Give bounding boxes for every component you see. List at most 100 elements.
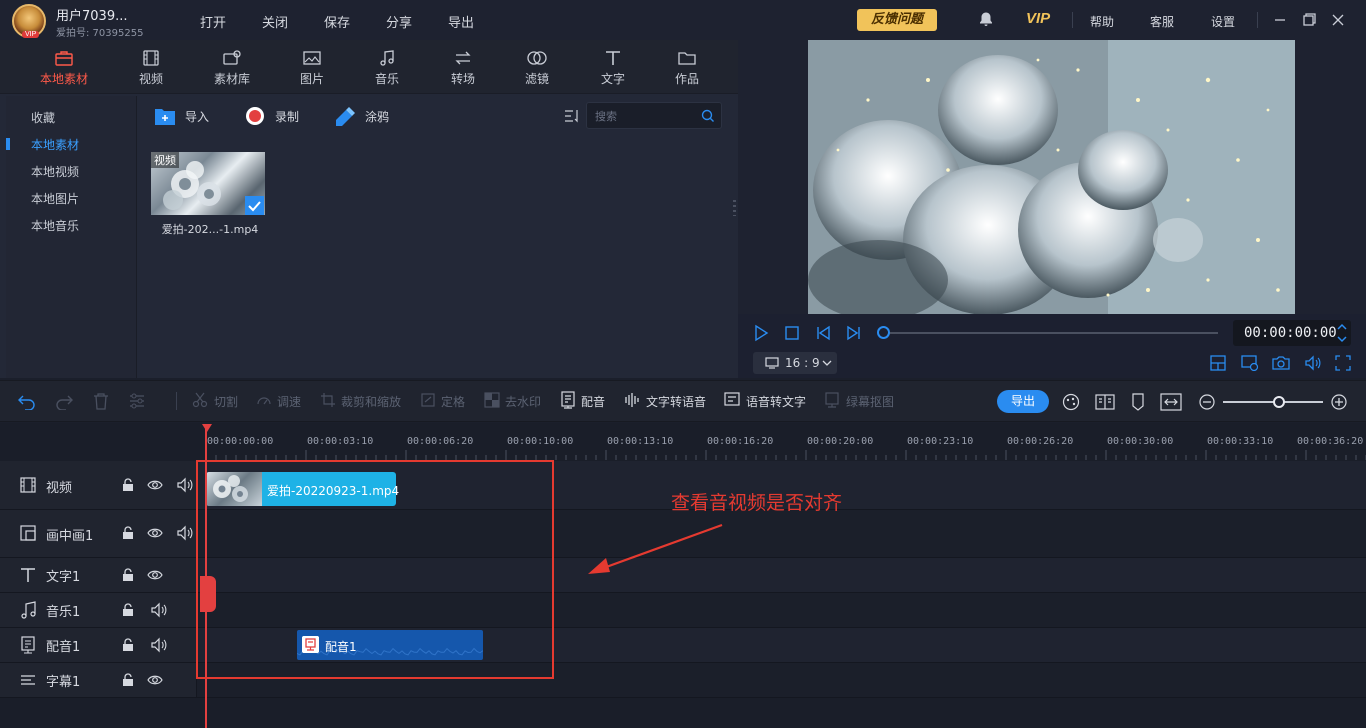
lock-icon[interactable] bbox=[122, 526, 134, 540]
tool-speed[interactable]: 调速 bbox=[277, 393, 301, 410]
menu-service[interactable]: 客服 bbox=[1150, 13, 1174, 30]
minimize-icon[interactable] bbox=[1270, 10, 1290, 30]
adjust-icon[interactable] bbox=[128, 392, 146, 410]
camera-icon[interactable] bbox=[1272, 355, 1290, 371]
eye-icon[interactable] bbox=[147, 478, 163, 492]
tab-transition[interactable]: 转场 bbox=[428, 40, 498, 94]
playhead-top-marker[interactable] bbox=[202, 424, 212, 432]
menu-share[interactable]: 分享 bbox=[386, 12, 412, 31]
tab-filter[interactable]: 滤镜 bbox=[502, 40, 572, 94]
menu-settings[interactable]: 设置 bbox=[1211, 13, 1235, 30]
sidebar-item-local-image[interactable]: 本地图片 bbox=[31, 190, 79, 207]
close-icon[interactable] bbox=[1328, 10, 1348, 30]
tab-works[interactable]: 作品 bbox=[652, 40, 722, 94]
prev-frame-icon[interactable] bbox=[815, 325, 831, 341]
tool-green-screen[interactable]: 绿幕抠图 bbox=[846, 393, 894, 410]
briefcase-icon bbox=[55, 51, 73, 66]
fullscreen-icon[interactable] bbox=[1335, 355, 1351, 371]
username[interactable]: 用户7039... bbox=[56, 5, 127, 24]
tab-video[interactable]: 视频 bbox=[116, 40, 186, 94]
zoom-in-icon[interactable] bbox=[1331, 394, 1347, 410]
lock-icon[interactable] bbox=[122, 478, 134, 492]
layout-icon[interactable] bbox=[1210, 355, 1226, 371]
import-icon[interactable] bbox=[154, 106, 176, 126]
tab-image[interactable]: 图片 bbox=[277, 40, 347, 94]
search-icon[interactable] bbox=[701, 109, 715, 123]
sort-icon[interactable] bbox=[564, 109, 580, 123]
eye-icon[interactable] bbox=[147, 673, 163, 687]
palette-icon[interactable] bbox=[1062, 393, 1080, 411]
lock-icon[interactable] bbox=[122, 673, 134, 687]
tab-music[interactable]: 音乐 bbox=[352, 40, 422, 94]
volume-icon[interactable] bbox=[1304, 355, 1322, 371]
tool-dubbing[interactable]: 配音 bbox=[581, 393, 605, 410]
maximize-icon[interactable] bbox=[1299, 10, 1319, 30]
menu-close[interactable]: 关闭 bbox=[262, 12, 288, 31]
menu-save[interactable]: 保存 bbox=[324, 12, 350, 31]
bell-icon[interactable] bbox=[978, 11, 994, 27]
ruler-label: 00:00:33:10 bbox=[1207, 436, 1274, 447]
lock-icon[interactable] bbox=[122, 568, 134, 582]
import-button[interactable]: 导入 bbox=[185, 108, 209, 125]
speaker-icon[interactable] bbox=[176, 477, 194, 493]
tool-speech-to-text[interactable]: 语音转文字 bbox=[746, 393, 806, 410]
speaker-icon[interactable] bbox=[176, 525, 194, 541]
tool-cut[interactable]: 切割 bbox=[214, 393, 238, 410]
pip-icon bbox=[20, 525, 36, 541]
record-icon[interactable] bbox=[245, 106, 265, 126]
undo-icon[interactable] bbox=[18, 392, 36, 410]
lock-icon[interactable] bbox=[122, 603, 134, 617]
export-button[interactable]: 导出 bbox=[997, 390, 1049, 413]
feedback-button[interactable]: 反馈问题 bbox=[857, 9, 937, 31]
delete-icon[interactable] bbox=[92, 392, 110, 410]
sidebar-item-favorites[interactable]: 收藏 bbox=[31, 109, 55, 126]
vip-label[interactable]: VIP bbox=[1026, 10, 1050, 27]
ruler-label: 00:00:30:00 bbox=[1107, 436, 1174, 447]
menu-open[interactable]: 打开 bbox=[200, 12, 226, 31]
marker-icon[interactable] bbox=[1130, 393, 1146, 411]
menu-export[interactable]: 导出 bbox=[448, 12, 474, 31]
search-input[interactable] bbox=[595, 107, 695, 125]
tool-crop-zoom[interactable]: 裁剪和缩放 bbox=[341, 393, 401, 410]
record-button[interactable]: 录制 bbox=[275, 108, 299, 125]
speech-to-text-icon bbox=[724, 392, 740, 406]
tab-local-material[interactable]: 本地素材 bbox=[29, 40, 99, 94]
redo-icon[interactable] bbox=[55, 392, 73, 410]
avatar[interactable]: VIP bbox=[12, 4, 46, 38]
speed-icon bbox=[257, 397, 271, 405]
tab-text[interactable]: 文字 bbox=[578, 40, 648, 94]
panel-resize-handle[interactable] bbox=[733, 200, 736, 216]
preview-settings-icon[interactable] bbox=[1241, 355, 1259, 371]
eye-icon[interactable] bbox=[147, 526, 163, 540]
sidebar-item-local-video[interactable]: 本地视频 bbox=[31, 163, 79, 180]
progress-knob[interactable] bbox=[877, 326, 890, 339]
tool-remove-watermark[interactable]: 去水印 bbox=[505, 393, 541, 410]
transition-icon bbox=[455, 51, 471, 65]
eye-icon[interactable] bbox=[147, 568, 163, 582]
zoom-slider-knob[interactable] bbox=[1273, 396, 1285, 408]
tab-library[interactable]: 素材库 bbox=[197, 40, 267, 94]
speaker-icon[interactable] bbox=[150, 602, 168, 618]
zoom-out-icon[interactable] bbox=[1199, 394, 1215, 410]
tool-freeze[interactable]: 定格 bbox=[441, 393, 465, 410]
fit-icon[interactable] bbox=[1160, 393, 1182, 411]
menu-help[interactable]: 帮助 bbox=[1090, 13, 1114, 30]
image-icon bbox=[303, 51, 321, 65]
time-stepper-icon[interactable] bbox=[1336, 321, 1348, 345]
doodle-icon[interactable] bbox=[334, 106, 356, 126]
check-icon[interactable] bbox=[245, 196, 264, 215]
split-view-icon[interactable] bbox=[1095, 393, 1115, 411]
tool-text-to-speech[interactable]: 文字转语音 bbox=[646, 393, 706, 410]
play-icon[interactable] bbox=[752, 324, 770, 342]
doodle-button[interactable]: 涂鸦 bbox=[365, 108, 389, 125]
dubbing-icon bbox=[21, 636, 35, 654]
stop-icon[interactable] bbox=[784, 325, 800, 341]
search-box[interactable] bbox=[586, 102, 722, 129]
next-frame-icon[interactable] bbox=[846, 325, 862, 341]
lock-icon[interactable] bbox=[122, 638, 134, 652]
annotation-text: 查看音视频是否对齐 bbox=[671, 492, 843, 514]
progress-track[interactable] bbox=[884, 332, 1218, 334]
speaker-icon[interactable] bbox=[150, 637, 168, 653]
sidebar-item-local-material[interactable]: 本地素材 bbox=[31, 136, 79, 153]
sidebar-item-local-music[interactable]: 本地音乐 bbox=[31, 217, 79, 234]
